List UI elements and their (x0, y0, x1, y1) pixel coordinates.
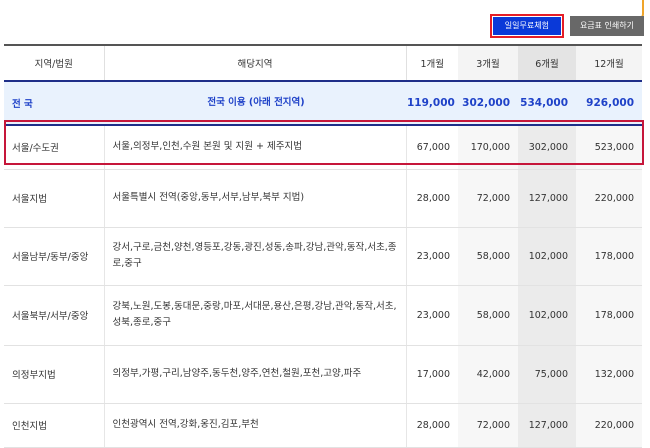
table-row[interactable]: 인천지법 인천광역시 전역,강화,옹진,김포,부천 28,000 72,000 … (4, 403, 642, 448)
header-1-month: 1개월 (406, 44, 458, 82)
national-row[interactable]: 전 국 전국 이용 (아래 전지역) 119,000 302,000 534,0… (4, 80, 642, 126)
national-price-3-months: 302,000 (458, 80, 518, 126)
row-price-3-months: 42,000 (458, 345, 518, 404)
row-price-6-months: 302,000 (518, 125, 576, 170)
row-price-3-months: 58,000 (458, 227, 518, 286)
row-price-12-months: 523,000 (576, 125, 642, 170)
row-price-12-months: 178,000 (576, 285, 642, 346)
header-region: 지역/법원 (4, 44, 105, 82)
header-area: 해당지역 (104, 44, 407, 82)
row-area: 강서,구로,금천,양천,영등포,강동,광진,성동,송파,강남,관악,동작,서초,… (103, 227, 407, 286)
table-row[interactable]: 서울북부/서부/중앙 강북,노원,도봉,동대문,중랑,마포,서대문,용산,은평,… (4, 285, 642, 346)
row-region: 의정부지법 (4, 345, 104, 404)
row-price-6-months: 127,000 (518, 403, 576, 448)
row-price-6-months: 102,000 (518, 227, 576, 286)
row-price-3-months: 58,000 (458, 285, 518, 346)
row-area: 서울,의정부,인천,수원 본원 및 지원 + 제주지법 (103, 125, 407, 170)
row-region: 인천지법 (4, 403, 104, 448)
row-area: 인천광역시 전역,강화,옹진,김포,부천 (103, 403, 407, 448)
row-price-6-months: 127,000 (518, 169, 576, 228)
row-price-1-month: 67,000 (406, 125, 458, 170)
row-price-12-months: 178,000 (576, 227, 642, 286)
row-price-6-months: 75,000 (518, 345, 576, 404)
fee-table-container: 지역/법원 해당지역 1개월 3개월 6개월 12개월 전 국 전국 이용 (아… (4, 44, 644, 448)
table-row[interactable]: 서울남부/동부/중앙 강서,구로,금천,양천,영등포,강동,광진,성동,송파,강… (4, 227, 642, 286)
fee-table: 지역/법원 해당지역 1개월 3개월 6개월 12개월 전 국 전국 이용 (아… (4, 44, 642, 448)
toolbar: 일일무료체험 요금표 인쇄하기 (489, 14, 644, 38)
table-row[interactable]: 서울/수도권 서울,의정부,인천,수원 본원 및 지원 + 제주지법 67,00… (4, 125, 642, 170)
free-trial-button[interactable]: 일일무료체험 (492, 17, 561, 35)
row-region: 서울/수도권 (4, 125, 104, 170)
national-region: 전 국 (4, 80, 104, 126)
row-price-1-month: 17,000 (406, 345, 458, 404)
row-price-1-month: 23,000 (406, 285, 458, 346)
row-price-1-month: 28,000 (406, 169, 458, 228)
table-row[interactable]: 서울지법 서울특별시 전역(중앙,동부,서부,남부,북부 지법) 28,000 … (4, 169, 642, 228)
row-price-1-month: 23,000 (406, 227, 458, 286)
national-area: 전국 이용 (아래 전지역) (104, 80, 406, 126)
row-area: 서울특별시 전역(중앙,동부,서부,남부,북부 지법) (103, 169, 407, 228)
national-price-6-months: 534,000 (518, 80, 576, 126)
row-price-12-months: 220,000 (576, 169, 642, 228)
row-price-1-month: 28,000 (406, 403, 458, 448)
row-price-3-months: 72,000 (458, 403, 518, 448)
row-price-3-months: 170,000 (458, 125, 518, 170)
print-fee-button[interactable]: 요금표 인쇄하기 (569, 16, 644, 36)
free-trial-highlight: 일일무료체험 (489, 14, 564, 38)
row-area: 강북,노원,도봉,동대문,중랑,마포,서대문,용산,은평,강남,관악,동작,서초… (103, 285, 407, 346)
row-price-12-months: 132,000 (576, 345, 642, 404)
row-price-6-months: 102,000 (518, 285, 576, 346)
national-price-1-month: 119,000 (406, 80, 458, 126)
row-region: 서울지법 (4, 169, 104, 228)
table-header-row: 지역/법원 해당지역 1개월 3개월 6개월 12개월 (4, 44, 642, 82)
row-price-12-months: 220,000 (576, 403, 642, 448)
row-area: 의정부,가평,구리,남양주,동두천,양주,연천,철원,포천,고양,파주 (103, 345, 407, 404)
row-price-3-months: 72,000 (458, 169, 518, 228)
national-price-12-months: 926,000 (576, 80, 642, 126)
header-3-months: 3개월 (458, 44, 518, 82)
row-region: 서울북부/서부/중앙 (4, 285, 104, 346)
header-6-months: 6개월 (518, 44, 576, 82)
table-row[interactable]: 의정부지법 의정부,가평,구리,남양주,동두천,양주,연천,철원,포천,고양,파… (4, 345, 642, 404)
header-12-months: 12개월 (576, 44, 642, 82)
row-region: 서울남부/동부/중앙 (4, 227, 104, 286)
